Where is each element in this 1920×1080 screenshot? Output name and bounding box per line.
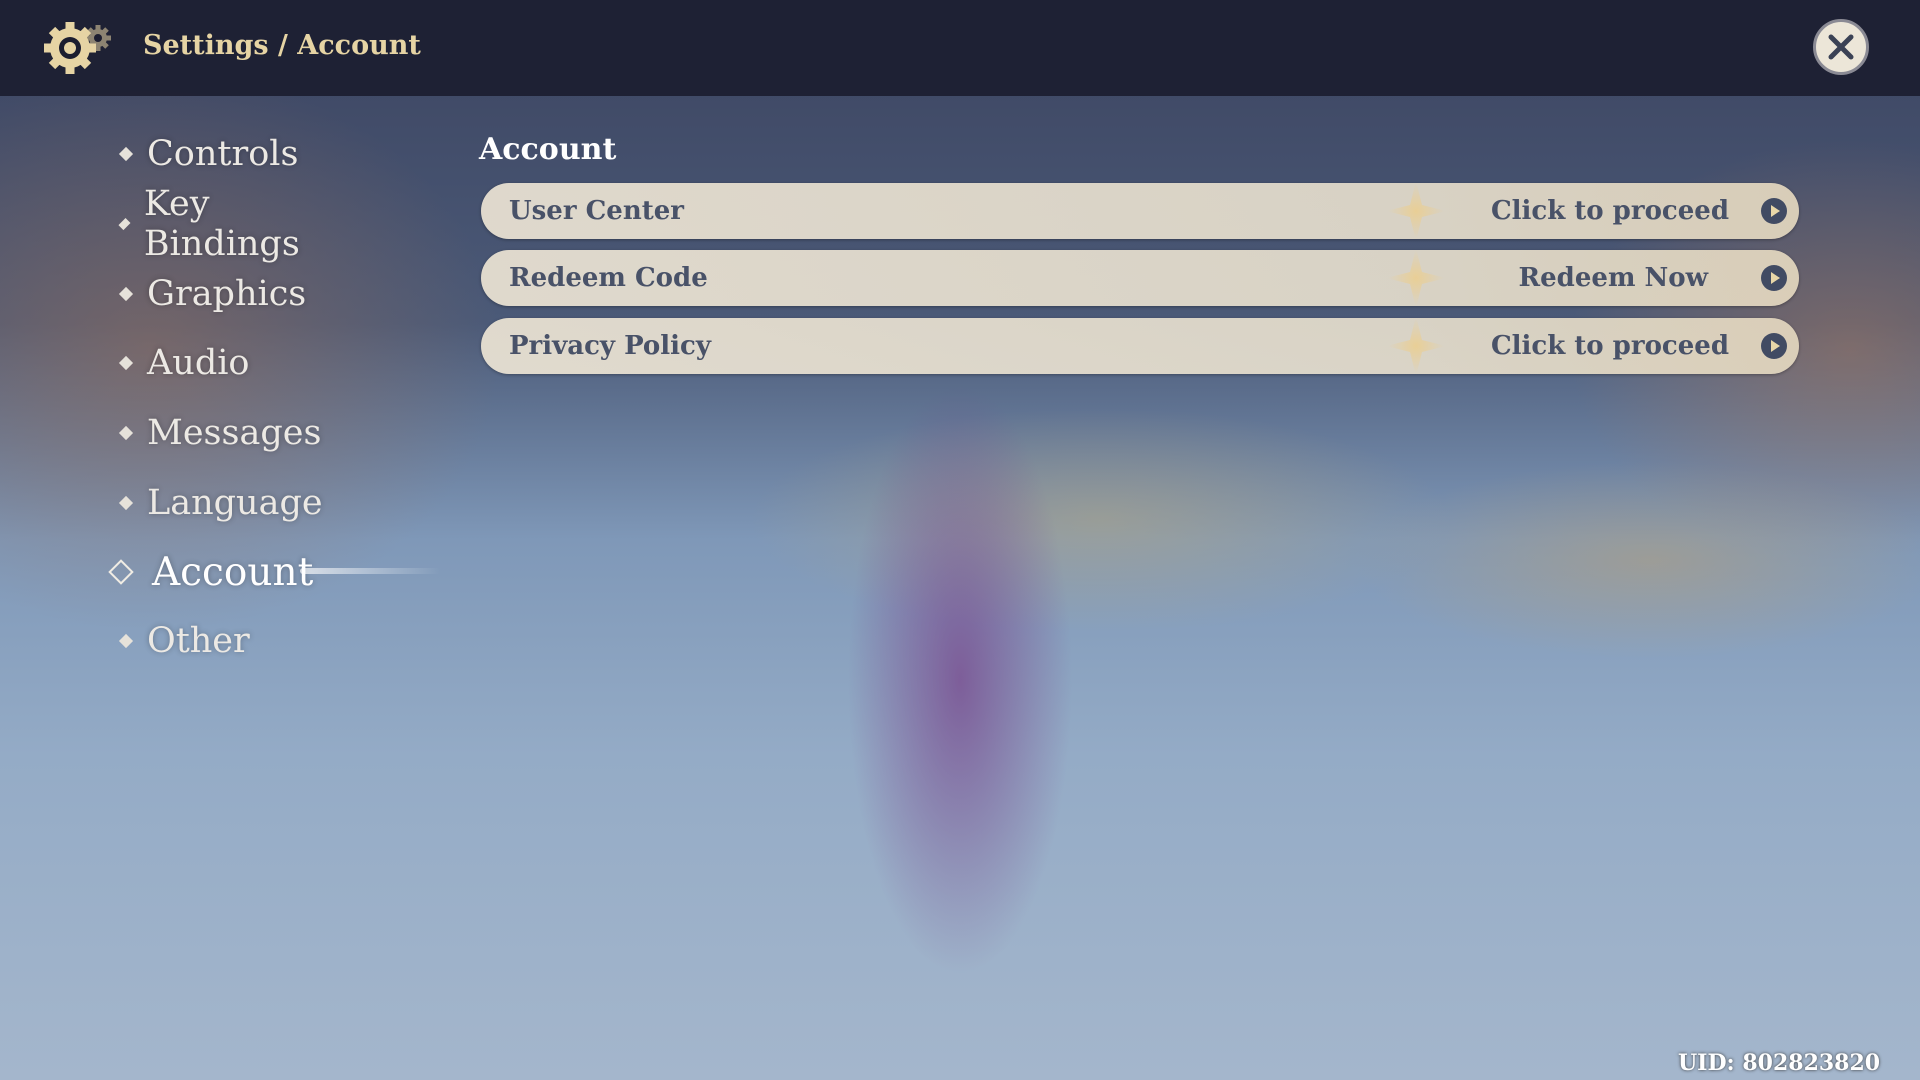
diamond-icon [118, 146, 134, 162]
row-label: Privacy Policy [509, 331, 711, 361]
sidebar-item-label: Key Bindings [143, 184, 300, 264]
sidebar-item-label: Graphics [147, 274, 307, 314]
sidebar-item-key-bindings[interactable]: Key Bindings [116, 184, 303, 264]
sparkle-icon [1386, 183, 1446, 239]
diamond-icon [118, 495, 134, 511]
sidebar-item-label: Audio [147, 343, 250, 383]
row-action[interactable]: Click to proceed [1491, 196, 1729, 226]
sidebar-item-audio[interactable]: Audio [116, 338, 250, 388]
user-center-row[interactable]: User Center Click to proceed [481, 183, 1799, 239]
close-button[interactable] [1813, 19, 1869, 75]
active-glow [300, 568, 440, 574]
row-label: Redeem Code [509, 263, 708, 293]
sidebar-item-other[interactable]: Other [116, 616, 250, 666]
gear-icon [44, 22, 111, 74]
diamond-icon [118, 425, 134, 441]
uid-label: UID: 802823820 [1678, 1050, 1881, 1076]
sidebar-item-label: Account [152, 549, 314, 595]
sidebar-item-language[interactable]: Language [116, 478, 323, 528]
panel-title: Account [479, 132, 617, 167]
sparkle-icon [1386, 250, 1446, 306]
top-bar: Settings / Account [0, 0, 1920, 96]
row-label: User Center [509, 196, 684, 226]
sidebar-item-account[interactable]: Account [108, 547, 314, 597]
diamond-icon [118, 218, 131, 230]
row-action[interactable]: Redeem Now [1519, 263, 1708, 293]
arrow-right-icon[interactable] [1761, 265, 1787, 291]
diamond-icon [118, 633, 134, 649]
sidebar-item-graphics[interactable]: Graphics [116, 269, 306, 319]
diamond-icon [118, 355, 134, 371]
sidebar-item-messages[interactable]: Messages [116, 408, 321, 458]
sidebar-item-label: Messages [147, 413, 322, 453]
breadcrumb: Settings / Account [143, 30, 421, 61]
arrow-right-icon[interactable] [1761, 198, 1787, 224]
sidebar-item-label: Controls [147, 134, 299, 174]
sparkle-icon [1386, 318, 1446, 374]
sidebar-item-controls[interactable]: Controls [116, 129, 298, 179]
close-icon [1828, 34, 1854, 60]
privacy-policy-row[interactable]: Privacy Policy Click to proceed [481, 318, 1799, 374]
arrow-right-icon[interactable] [1761, 333, 1787, 359]
diamond-outline-icon [108, 559, 134, 585]
diamond-icon [118, 286, 134, 302]
sidebar-item-label: Language [147, 483, 323, 523]
sidebar-item-label: Other [147, 621, 250, 661]
redeem-code-row[interactable]: Redeem Code Redeem Now [481, 250, 1799, 306]
row-action[interactable]: Click to proceed [1491, 331, 1729, 361]
